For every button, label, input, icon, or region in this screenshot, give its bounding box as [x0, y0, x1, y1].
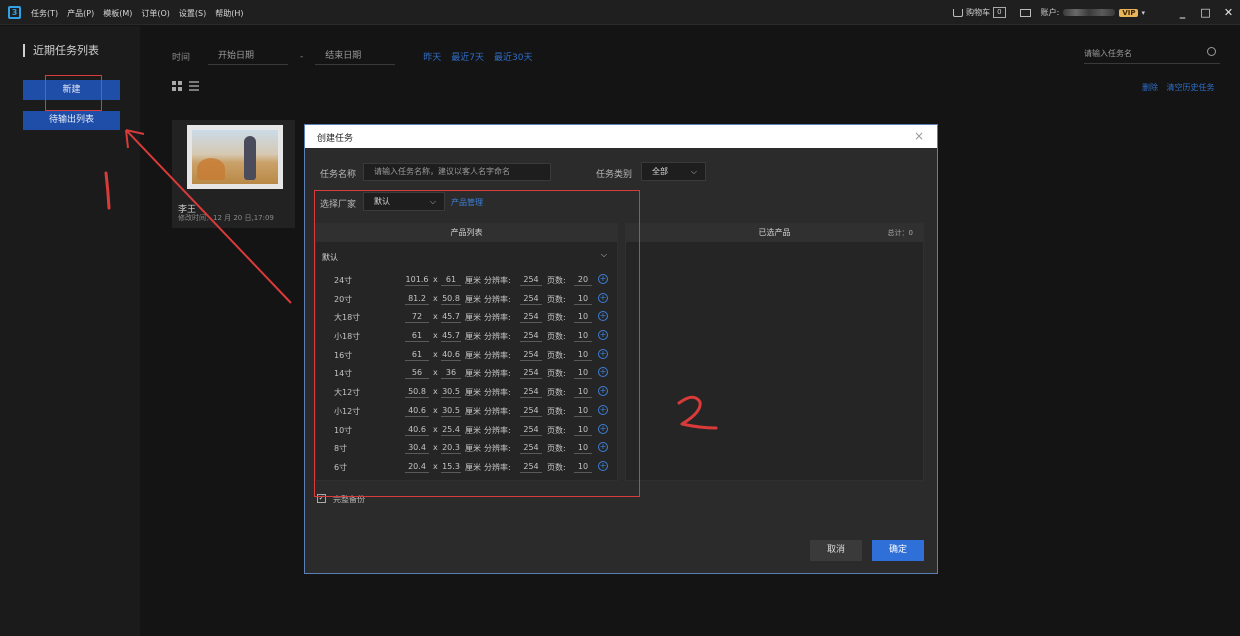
cart-count-badge: 0 [993, 7, 1006, 18]
annotation-box-2 [314, 190, 640, 497]
sidebar-title: 近期任务列表 [23, 44, 99, 57]
filter-yesterday-link[interactable]: 昨天 [423, 50, 441, 63]
selected-total: 总计：0 [887, 229, 913, 237]
chevron-down-icon: ▾ [1141, 8, 1145, 17]
account-name-redacted [1063, 9, 1116, 16]
task-type-value: 全部 [652, 167, 668, 176]
list-view-icon[interactable] [189, 81, 199, 91]
close-window-button[interactable]: ✕ [1217, 6, 1240, 19]
menu-template[interactable]: 模板(M) [103, 8, 132, 19]
end-date-input[interactable]: 结束日期 [315, 48, 396, 65]
cart-icon [953, 8, 964, 17]
time-label: 时间 [172, 53, 191, 63]
annotation-box-1 [45, 75, 102, 111]
account-label: 账户: [1040, 8, 1060, 17]
menu-product[interactable]: 产品(P) [67, 8, 94, 19]
selected-products-header: 已选产品 总计：0 [626, 224, 923, 242]
account-menu[interactable]: 账户: VIP ▾ [1041, 7, 1145, 18]
maximize-button[interactable]: □ [1194, 6, 1217, 19]
clear-history-link[interactable]: 清空历史任务 [1167, 83, 1215, 92]
close-icon[interactable]: × [914, 129, 924, 143]
task-name-input[interactable]: 请输入任务名称，建议以客人名字命名 [363, 163, 551, 181]
grid-view-icon[interactable] [172, 81, 182, 91]
app-logo-icon: 3 [8, 6, 21, 19]
cart-button[interactable]: 购物车 0 [953, 7, 1006, 18]
title-bar: 3 任务(T) 产品(P) 模板(M) 订单(O) 设置(S) 帮助(H) 购物… [0, 0, 1240, 25]
menu-task[interactable]: 任务(T) [31, 8, 58, 19]
cart-label: 购物车 [966, 8, 991, 17]
task-card[interactable]: 李王 修改时间：12 月 20 日,17:09 [172, 120, 295, 228]
task-modified-time: 修改时间：12 月 20 日,17:09 [178, 214, 274, 222]
output-queue-button[interactable]: 待输出列表 [23, 111, 120, 130]
chevron-down-icon: ⌵ [690, 167, 697, 176]
menu-settings[interactable]: 设置(S) [179, 8, 206, 19]
task-search-input[interactable]: 请输入任务名 [1084, 47, 1220, 64]
task-type-select[interactable]: 全部 ⌵ [641, 162, 706, 181]
ok-button[interactable]: 确定 [872, 540, 924, 561]
task-type-label: 任务类别 [596, 170, 633, 180]
selected-products-title: 已选产品 [758, 228, 791, 237]
task-name-label: 任务名称 [320, 170, 357, 180]
menu-order[interactable]: 订单(O) [141, 8, 170, 19]
menu-bar: 任务(T) 产品(P) 模板(M) 订单(O) 设置(S) 帮助(H) [31, 8, 253, 19]
date-filter: 时间 开始日期 - 结束日期 昨天 最近7天 最近30天 [172, 48, 542, 65]
dialog-title: 创建任务 [317, 134, 354, 144]
mail-icon[interactable] [1019, 8, 1031, 17]
search-icon[interactable] [1207, 47, 1216, 56]
date-separator: - [300, 51, 304, 62]
menu-help[interactable]: 帮助(H) [215, 8, 243, 19]
minimize-button[interactable]: _ [1171, 6, 1194, 19]
filter-7days-link[interactable]: 最近7天 [451, 50, 484, 63]
sidebar: 近期任务列表 新建 待输出列表 [0, 26, 140, 636]
search-placeholder: 请输入任务名 [1084, 49, 1132, 58]
dialog-header: 创建任务 × [305, 125, 937, 148]
delete-link[interactable]: 删除 [1142, 83, 1158, 92]
selected-products-panel: 已选产品 总计：0 [625, 223, 924, 481]
filter-30days-link[interactable]: 最近30天 [494, 50, 532, 63]
cancel-button[interactable]: 取消 [810, 540, 862, 561]
vip-badge: VIP [1119, 8, 1139, 17]
task-thumbnail [187, 125, 283, 189]
start-date-input[interactable]: 开始日期 [208, 48, 289, 65]
